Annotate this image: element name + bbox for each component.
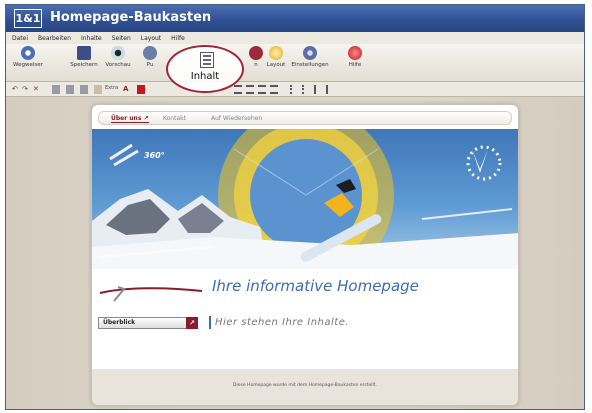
settings-button[interactable]: Einstellungen [290,46,330,68]
cut-icon[interactable] [52,85,60,94]
settings-label: Einstellungen [291,62,329,68]
save-icon [77,46,91,60]
menu-seiten[interactable]: Seiten [112,35,131,42]
extra-label: Extra [105,85,119,91]
format-toolbar: ↶ ↷ ✕ Extra A [6,82,584,97]
publish-icon [143,46,157,60]
nav-kontakt[interactable]: Kontakt [163,114,186,123]
inhalt-label: Inhalt [190,71,220,82]
menu-bar: Datei Bearbeiten Inhalte Seiten Layout H… [6,32,584,44]
snowboard-banner-graphic [92,129,518,269]
wegweiser-label: Wegweiser [13,62,43,68]
text-cursor [209,316,211,329]
brand-logo: 1&1 [14,9,42,28]
justify-icon[interactable] [270,85,278,94]
align-left-icon[interactable] [234,85,242,94]
settings-icon [303,46,317,60]
align-right-icon[interactable] [258,85,266,94]
menu-datei[interactable]: Datei [12,35,28,42]
sidebar-ueberblick[interactable]: Überblick ↗ [98,317,198,329]
menu-hilfe[interactable]: Hilfe [171,35,185,42]
site-navigation: Über uns ↗ Kontakt Auf Wiedersehen [98,111,512,125]
publish-label: Pu [146,62,154,68]
homepage-preview: Über uns ↗ Kontakt Auf Wiedersehen 360° … [91,104,519,406]
outdent-icon[interactable] [314,85,322,94]
layout-label: Layout [266,62,286,68]
save-label: Speichern [70,62,98,68]
footer-text: Diese Homepage wurde mit dem Homepage-Ba… [233,383,377,388]
preview-icon [111,46,125,60]
font-color-icon[interactable]: A [123,85,128,94]
content-text[interactable]: Hier stehen Ihre Inhalte. [215,317,349,328]
arrow-icon: ↗ [186,317,198,329]
page-headline: Ihre informative Homepage [212,277,419,295]
delete-icon[interactable]: ✕ [33,85,39,94]
nav-ueber-uns[interactable]: Über uns ↗ [111,114,149,123]
menu-inhalte[interactable]: Inhalte [81,35,102,42]
app-window: 1&1 Homepage-Baukasten Datei Bearbeiten … [5,4,585,410]
title-bar: 1&1 Homepage-Baukasten [6,5,584,32]
help-button[interactable]: Hilfe [335,46,375,68]
highlight-color-icon[interactable] [137,85,145,94]
menu-bearbeiten[interactable]: Bearbeiten [38,35,71,42]
publish-button[interactable]: Pu [130,46,170,68]
help-label: Hilfe [348,62,362,68]
banner-badge: 360° [144,151,165,160]
indent-icon[interactable] [326,85,334,94]
align-center-icon[interactable] [246,85,254,94]
app-title: Homepage-Baukasten [50,10,212,25]
copy-icon[interactable] [66,85,74,94]
extra-icon[interactable] [94,85,102,94]
headline-swoosh-graphic [99,286,203,302]
content-icon [200,52,214,68]
nav-auf-wiedersehen[interactable]: Auf Wiedersehen [211,114,262,123]
help-icon [348,46,362,60]
undo-icon[interactable]: ↶ [12,85,18,94]
redo-icon[interactable]: ↷ [22,85,28,94]
menu-layout[interactable]: Layout [141,35,161,42]
bullet-list-icon[interactable] [290,85,298,94]
layout-icon [269,46,283,60]
paste-icon[interactable] [80,85,88,94]
editor-canvas: Über uns ↗ Kontakt Auf Wiedersehen 360° … [6,97,584,409]
wegweiser-button[interactable]: Wegweiser [8,46,48,68]
header-banner-image: 360° [92,129,518,269]
preview-label: Vorschau [105,62,131,68]
numbered-list-icon[interactable] [302,85,310,94]
inhalt-button-highlight[interactable]: Inhalt [166,45,244,93]
main-toolbar: Wegweiser Speichern Vorschau Pu n Layout… [6,44,584,82]
compass-icon [21,46,35,60]
page-footer: Diese Homepage wurde mit dem Homepage-Ba… [92,369,518,405]
